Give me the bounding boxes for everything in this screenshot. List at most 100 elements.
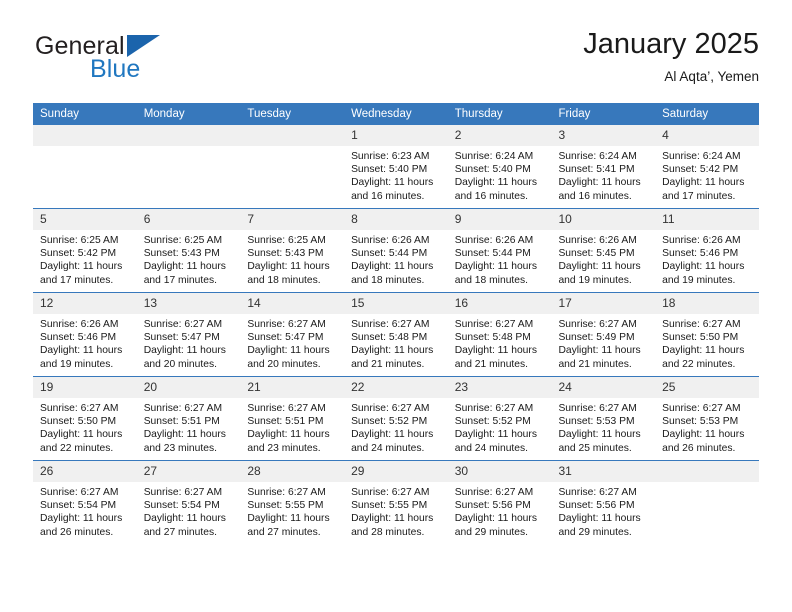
calendar-day-cell[interactable]: 1 Sunrise: 6:23 AM Sunset: 5:40 PM Daylight… xyxy=(344,125,448,209)
calendar-day-cell[interactable]: 6 Sunrise: 6:25 AM Sunset: 5:43 PM Daylight… xyxy=(136,208,241,293)
sunset-text: Sunset: 5:47 PM xyxy=(143,332,220,344)
sunset-text: Sunset: 5:42 PM xyxy=(662,164,739,176)
day-number: 27 xyxy=(136,461,241,482)
day-number: 11 xyxy=(655,209,759,230)
day-details: Sunrise: 6:27 AM Sunset: 5:47 PM Daylight:… xyxy=(240,314,344,371)
day-details: Sunrise: 6:27 AM Sunset: 5:52 PM Daylight:… xyxy=(344,398,448,455)
calendar-day-cell[interactable]: 26 Sunrise: 6:27 AM Sunset: 5:54 PM Dayligh… xyxy=(33,460,137,544)
day-number: 21 xyxy=(240,377,345,398)
calendar-day-cell[interactable]: 13 Sunrise: 6:27 AM Sunset: 5:47 PM Dayligh… xyxy=(136,292,241,377)
calendar-day-cell[interactable]: 30 Sunrise: 6:27 AM Sunset: 5:56 PM Dayligh… xyxy=(447,460,552,544)
sunset-text: Sunset: 5:55 PM xyxy=(247,500,324,512)
sunset-text: Sunset: 5:50 PM xyxy=(662,332,739,344)
calendar-table: Sunday Monday Tuesday Wednesday Thursday… xyxy=(33,103,759,544)
calendar-day-cell[interactable]: 29 Sunrise: 6:27 AM Sunset: 5:55 PM Dayligh… xyxy=(344,460,448,544)
calendar-body: 1 Sunrise: 6:23 AM Sunset: 5:40 PM Daylight… xyxy=(33,125,759,544)
daylight-text: Daylight: 11 hours and 17 minutes. xyxy=(662,177,745,202)
day-number: 29 xyxy=(344,461,448,482)
day-number: 3 xyxy=(551,125,656,146)
sunrise-text: Sunrise: 6:24 AM xyxy=(454,151,534,162)
sunrise-text: Sunrise: 6:27 AM xyxy=(351,319,430,330)
sunrise-text: Sunrise: 6:27 AM xyxy=(558,403,637,414)
calendar-day-cell[interactable]: 21 Sunrise: 6:27 AM Sunset: 5:51 PM Dayligh… xyxy=(240,376,345,461)
daylight-text: Daylight: 11 hours and 24 minutes. xyxy=(351,429,434,454)
sunset-text: Sunset: 5:40 PM xyxy=(454,164,531,176)
sunrise-text: Sunrise: 6:27 AM xyxy=(558,319,637,330)
daylight-text: Daylight: 11 hours and 18 minutes. xyxy=(351,261,434,286)
calendar-day-cell[interactable]: 25 Sunrise: 6:27 AM Sunset: 5:53 PM Dayligh… xyxy=(655,376,759,461)
calendar-week-row: 19 Sunrise: 6:27 AM Sunset: 5:50 PM Dayligh… xyxy=(33,376,759,461)
weekday-header-friday: Friday xyxy=(551,103,656,125)
sunset-text: Sunset: 5:56 PM xyxy=(558,500,635,512)
calendar-day-cell[interactable]: 17 Sunrise: 6:27 AM Sunset: 5:49 PM Dayligh… xyxy=(551,292,656,377)
calendar-day-cell[interactable]: 10 Sunrise: 6:26 AM Sunset: 5:45 PM Dayligh… xyxy=(551,208,656,293)
calendar-day-cell[interactable]: 2 Sunrise: 6:24 AM Sunset: 5:40 PM Daylight… xyxy=(447,125,552,209)
sunset-text: Sunset: 5:44 PM xyxy=(351,248,428,260)
day-number: 17 xyxy=(551,293,656,314)
sunset-text: Sunset: 5:43 PM xyxy=(247,248,324,260)
day-details: Sunrise: 6:27 AM Sunset: 5:51 PM Daylight:… xyxy=(137,398,241,455)
calendar-day-cell[interactable]: 7 Sunrise: 6:25 AM Sunset: 5:43 PM Daylight… xyxy=(240,208,345,293)
calendar-day-cell[interactable]: 16 Sunrise: 6:27 AM Sunset: 5:48 PM Dayligh… xyxy=(447,292,552,377)
day-details: Sunrise: 6:27 AM Sunset: 5:56 PM Daylight:… xyxy=(448,482,552,539)
calendar-day-cell[interactable]: 5 Sunrise: 6:25 AM Sunset: 5:42 PM Daylight… xyxy=(33,208,137,293)
day-details: Sunrise: 6:26 AM Sunset: 5:44 PM Daylight:… xyxy=(448,230,552,287)
sunset-text: Sunset: 5:52 PM xyxy=(351,416,428,428)
sunset-text: Sunset: 5:47 PM xyxy=(247,332,324,344)
sunset-text: Sunset: 5:52 PM xyxy=(454,416,531,428)
sunset-text: Sunset: 5:43 PM xyxy=(143,248,220,260)
calendar-day-cell[interactable]: 27 Sunrise: 6:27 AM Sunset: 5:54 PM Dayligh… xyxy=(136,460,241,544)
calendar-week-row: 12 Sunrise: 6:26 AM Sunset: 5:46 PM Dayligh… xyxy=(33,292,759,377)
calendar-day-cell[interactable]: 23 Sunrise: 6:27 AM Sunset: 5:52 PM Dayligh… xyxy=(447,376,552,461)
day-details: Sunrise: 6:23 AM Sunset: 5:40 PM Daylight:… xyxy=(344,146,448,203)
sunset-text: Sunset: 5:44 PM xyxy=(454,248,531,260)
sunrise-text: Sunrise: 6:27 AM xyxy=(40,487,119,498)
calendar-week-row: 5 Sunrise: 6:25 AM Sunset: 5:42 PM Daylight… xyxy=(33,208,759,293)
day-number: 15 xyxy=(344,293,448,314)
day-details: Sunrise: 6:27 AM Sunset: 5:50 PM Daylight:… xyxy=(33,398,137,455)
calendar-day-cell[interactable]: 20 Sunrise: 6:27 AM Sunset: 5:51 PM Dayligh… xyxy=(136,376,241,461)
day-number: 4 xyxy=(655,125,759,146)
calendar-day-cell[interactable]: 3 Sunrise: 6:24 AM Sunset: 5:41 PM Daylight… xyxy=(551,125,656,209)
calendar-day-cell[interactable]: 4 Sunrise: 6:24 AM Sunset: 5:42 PM Daylight… xyxy=(655,125,759,209)
calendar-day-cell[interactable]: 14 Sunrise: 6:27 AM Sunset: 5:47 PM Dayligh… xyxy=(240,292,345,377)
sunrise-text: Sunrise: 6:27 AM xyxy=(662,403,741,414)
sunrise-text: Sunrise: 6:25 AM xyxy=(247,235,326,246)
day-details: Sunrise: 6:27 AM Sunset: 5:48 PM Daylight:… xyxy=(344,314,448,371)
day-details: Sunrise: 6:27 AM Sunset: 5:49 PM Daylight:… xyxy=(551,314,655,371)
day-details: Sunrise: 6:27 AM Sunset: 5:50 PM Daylight:… xyxy=(655,314,759,371)
sunrise-text: Sunrise: 6:27 AM xyxy=(143,403,223,414)
sunrise-text: Sunrise: 6:27 AM xyxy=(143,487,223,498)
day-number xyxy=(136,125,241,146)
daylight-text: Daylight: 11 hours and 18 minutes. xyxy=(454,261,537,286)
sunset-text: Sunset: 5:53 PM xyxy=(558,416,635,428)
calendar-day-cell[interactable]: 11 Sunrise: 6:26 AM Sunset: 5:46 PM Dayligh… xyxy=(655,208,759,293)
calendar-day-cell[interactable]: 22 Sunrise: 6:27 AM Sunset: 5:52 PM Dayligh… xyxy=(344,376,448,461)
daylight-text: Daylight: 11 hours and 20 minutes. xyxy=(143,345,226,370)
day-details: Sunrise: 6:27 AM Sunset: 5:48 PM Daylight:… xyxy=(448,314,552,371)
calendar-day-cell[interactable]: 24 Sunrise: 6:27 AM Sunset: 5:53 PM Dayligh… xyxy=(551,376,656,461)
sunset-text: Sunset: 5:45 PM xyxy=(558,248,635,260)
daylight-text: Daylight: 11 hours and 16 minutes. xyxy=(351,177,434,202)
daylight-text: Daylight: 11 hours and 21 minutes. xyxy=(558,345,641,370)
brand-logo[interactable]: General Blue xyxy=(33,30,293,88)
sunrise-text: Sunrise: 6:26 AM xyxy=(40,319,119,330)
sunrise-text: Sunrise: 6:27 AM xyxy=(247,403,326,414)
calendar-day-cell[interactable]: 12 Sunrise: 6:26 AM Sunset: 5:46 PM Dayligh… xyxy=(33,292,137,377)
calendar-day-cell[interactable]: 28 Sunrise: 6:27 AM Sunset: 5:55 PM Dayligh… xyxy=(240,460,345,544)
calendar-day-cell[interactable]: 15 Sunrise: 6:27 AM Sunset: 5:48 PM Dayligh… xyxy=(344,292,448,377)
day-details: Sunrise: 6:24 AM Sunset: 5:41 PM Daylight:… xyxy=(551,146,655,203)
day-details: Sunrise: 6:27 AM Sunset: 5:54 PM Daylight:… xyxy=(33,482,137,539)
calendar-day-cell[interactable]: 19 Sunrise: 6:27 AM Sunset: 5:50 PM Dayligh… xyxy=(33,376,137,461)
sunset-text: Sunset: 5:54 PM xyxy=(40,500,117,512)
sunrise-text: Sunrise: 6:25 AM xyxy=(143,235,223,246)
sunrise-text: Sunrise: 6:23 AM xyxy=(351,151,430,162)
calendar-day-cell[interactable]: 8 Sunrise: 6:26 AM Sunset: 5:44 PM Daylight… xyxy=(344,208,448,293)
calendar-day-cell[interactable]: 9 Sunrise: 6:26 AM Sunset: 5:44 PM Daylight… xyxy=(447,208,552,293)
sunset-text: Sunset: 5:46 PM xyxy=(662,248,739,260)
calendar-day-cell[interactable]: 31 Sunrise: 6:27 AM Sunset: 5:56 PM Dayligh… xyxy=(551,460,656,544)
day-number: 20 xyxy=(136,377,241,398)
sunrise-text: Sunrise: 6:27 AM xyxy=(662,319,741,330)
calendar-day-cell[interactable]: 18 Sunrise: 6:27 AM Sunset: 5:50 PM Dayligh… xyxy=(655,292,759,377)
calendar-week-row: 1 Sunrise: 6:23 AM Sunset: 5:40 PM Daylight… xyxy=(33,125,759,209)
